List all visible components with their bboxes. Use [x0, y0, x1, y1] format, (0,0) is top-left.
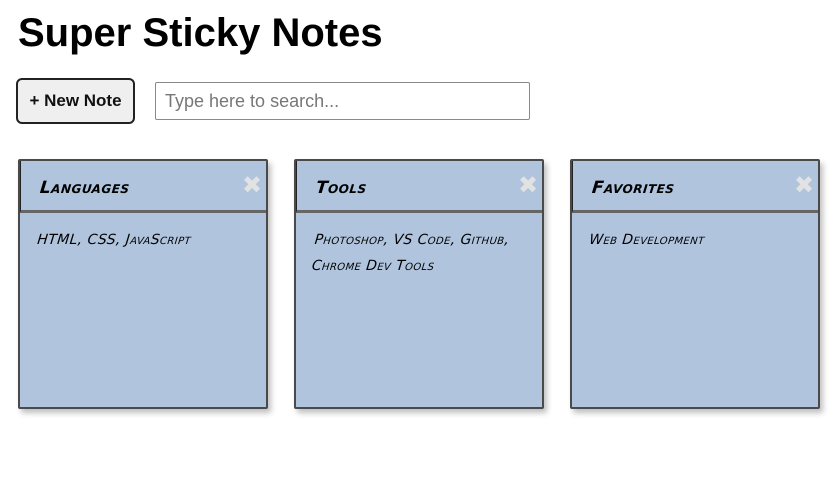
note-body[interactable]: HTML, CSS, JavaScript — [18, 213, 268, 253]
new-note-button[interactable]: + New Note — [16, 78, 135, 124]
search-input[interactable] — [155, 82, 530, 120]
note-header: Tools ✖ — [296, 161, 542, 213]
close-icon[interactable]: ✖ — [792, 171, 816, 199]
close-icon[interactable]: ✖ — [240, 171, 264, 199]
toolbar: + New Note — [16, 78, 530, 124]
notes-list: Languages ✖ HTML, CSS, JavaScript Tools … — [18, 159, 820, 409]
close-icon[interactable]: ✖ — [516, 171, 540, 199]
note-body[interactable]: Web Development — [570, 213, 820, 253]
note-body[interactable]: Photoshop, VS Code, Github, Chrome Dev T… — [293, 213, 546, 279]
note-card-tools[interactable]: Tools ✖ Photoshop, VS Code, Github, Chro… — [294, 159, 544, 409]
note-card-favorites[interactable]: Favorites ✖ Web Development — [570, 159, 820, 409]
note-header: Languages ✖ — [20, 161, 266, 213]
note-title[interactable]: Favorites — [591, 178, 676, 198]
note-header: Favorites ✖ — [572, 161, 818, 213]
app-root: Super Sticky Notes + New Note Languages … — [0, 0, 836, 492]
page-title: Super Sticky Notes — [18, 11, 383, 55]
note-card-languages[interactable]: Languages ✖ HTML, CSS, JavaScript — [18, 159, 268, 409]
note-title[interactable]: Tools — [315, 178, 368, 198]
note-title[interactable]: Languages — [39, 178, 131, 198]
